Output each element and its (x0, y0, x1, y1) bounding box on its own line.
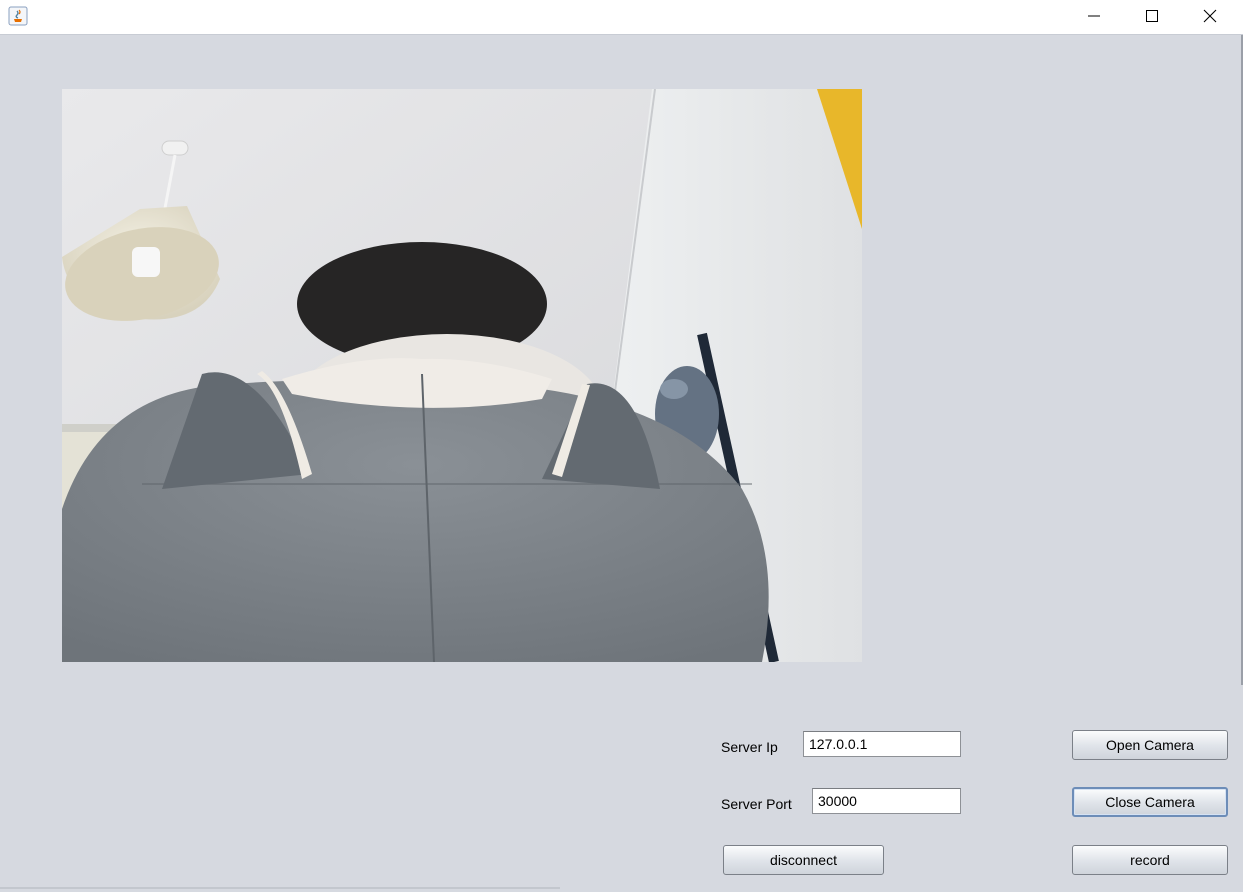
disconnect-button[interactable]: disconnect (723, 845, 884, 875)
server-ip-field[interactable] (803, 731, 961, 757)
minimize-icon (1088, 15, 1100, 17)
server-port-field[interactable] (812, 788, 961, 814)
record-button[interactable]: record (1072, 845, 1228, 875)
minimize-button[interactable] (1065, 0, 1123, 32)
close-icon (1203, 9, 1217, 23)
maximize-icon (1146, 10, 1158, 22)
maximize-button[interactable] (1123, 0, 1181, 32)
window-edge-bottom (0, 887, 560, 889)
close-camera-button[interactable]: Close Camera (1072, 787, 1228, 817)
java-app-icon[interactable] (8, 6, 28, 26)
camera-feed-view (62, 89, 862, 662)
server-port-label: Server Port (721, 796, 792, 812)
server-ip-label: Server Ip (721, 739, 778, 755)
close-window-button[interactable] (1181, 0, 1239, 32)
title-bar (0, 0, 1243, 35)
open-camera-button[interactable]: Open Camera (1072, 730, 1228, 760)
